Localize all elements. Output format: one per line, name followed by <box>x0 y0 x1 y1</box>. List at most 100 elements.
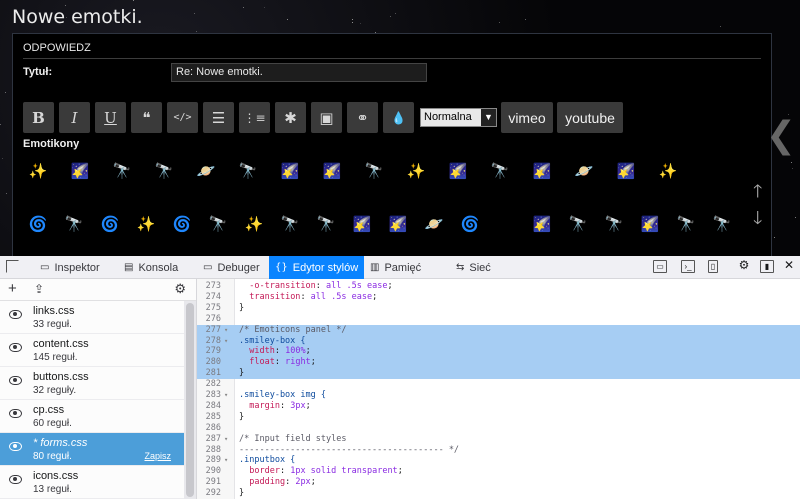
code-line[interactable]: 279 width: 100%; <box>197 346 800 358</box>
bold-button[interactable]: B <box>23 102 54 133</box>
code-line[interactable]: 291 padding: 2px; <box>197 477 800 488</box>
vimeo-button[interactable]: vimeo <box>501 102 553 133</box>
link-button[interactable]: ⚭ <box>347 102 378 133</box>
fold-toggle-icon[interactable]: ▾ <box>224 336 228 347</box>
emoticon[interactable]: 🌠 <box>445 161 471 181</box>
code-line[interactable]: 284 margin: 3px; <box>197 401 800 412</box>
emoticon[interactable]: 🌠 <box>349 214 375 234</box>
split-console-icon[interactable]: ›_ <box>681 260 695 273</box>
emoticon[interactable]: 🌠 <box>319 161 345 181</box>
emoticon[interactable]: 🌠 <box>613 161 639 181</box>
element-picker-icon[interactable] <box>6 260 19 273</box>
emoticon[interactable]: 🔭 <box>205 214 231 234</box>
eye-icon[interactable] <box>9 343 22 352</box>
tab-debugger[interactable]: ▭ Debuger <box>197 256 266 279</box>
italic-button[interactable]: I <box>59 102 90 133</box>
stylesheet-item[interactable]: buttons.css 32 reguły. <box>0 367 184 400</box>
emoticon[interactable]: 🌠 <box>529 161 555 181</box>
emoticon[interactable]: 🌀 <box>457 214 483 234</box>
code-line[interactable]: 283 ▾ .smiley-box img { <box>197 390 800 401</box>
tab-inspector[interactable]: ▭ Inspektor <box>34 256 106 279</box>
title-input[interactable]: Re: Nowe emotki. <box>171 63 427 82</box>
emoticon[interactable]: 🔭 <box>277 214 303 234</box>
emoticon[interactable]: ✨ <box>403 161 429 181</box>
tab-style-editor[interactable]: {} Edytor stylów <box>269 256 365 279</box>
code-line[interactable]: 285} <box>197 412 800 423</box>
stylesheet-item[interactable]: content.css 145 reguł. <box>0 334 184 367</box>
emoticon[interactable]: 🔭 <box>601 214 627 234</box>
code-line[interactable]: 289 ▾ .inputbox { <box>197 455 800 466</box>
emoticon[interactable]: 🌠 <box>529 214 555 234</box>
emoticon[interactable]: 🔭 <box>709 214 735 234</box>
code-line[interactable]: 282 <box>197 379 800 390</box>
fold-toggle-icon[interactable]: ▾ <box>224 455 228 466</box>
emoticon[interactable]: 🪐 <box>193 161 219 181</box>
dock-icon[interactable]: ▭ <box>653 260 667 273</box>
emoticon[interactable]: 🌀 <box>169 214 195 234</box>
emoticon[interactable]: 🪐 <box>421 214 447 234</box>
stylesheet-item-selected[interactable]: * forms.css 80 reguł. Zapisz <box>0 433 184 466</box>
emoticon[interactable]: 🔭 <box>361 161 387 181</box>
list-button[interactable]: ☰ <box>203 102 234 133</box>
gear-icon[interactable]: ⚙ <box>737 259 751 273</box>
code-editor[interactable]: 273 -o-transition: all .5s ease; 274 tran… <box>196 279 800 499</box>
eye-icon[interactable] <box>9 310 22 319</box>
emoticon[interactable]: 🔭 <box>151 161 177 181</box>
fold-toggle-icon[interactable]: ▾ <box>224 390 228 401</box>
emoticon[interactable]: 🌀 <box>97 214 123 234</box>
emoticon[interactable]: 🔭 <box>487 161 513 181</box>
numbered-list-button[interactable]: ⋮≡ <box>239 102 270 133</box>
emoticon[interactable]: ✨ <box>655 161 681 181</box>
code-line[interactable]: 280 float: right; <box>197 357 800 369</box>
emoticon[interactable]: 🔭 <box>565 214 591 234</box>
close-icon[interactable]: ✕ <box>782 259 796 273</box>
color-button[interactable]: 💧 <box>383 102 414 133</box>
emoticon[interactable]: 🔭 <box>109 161 135 181</box>
emoticon[interactable]: 🌠 <box>637 214 663 234</box>
arrow-up-icon[interactable]: 🡑 <box>753 179 762 209</box>
youtube-button[interactable]: youtube <box>557 102 623 133</box>
import-icon[interactable]: ⇪ <box>34 282 44 296</box>
stylesheet-scrollbar[interactable] <box>184 301 196 499</box>
code-line[interactable]: 288 -------------------------------------… <box>197 445 800 456</box>
gear-icon[interactable]: ⚙ <box>174 281 186 297</box>
emoticon[interactable]: 🔭 <box>61 214 87 234</box>
emoticon[interactable]: ☄ <box>697 161 723 181</box>
code-line[interactable]: 275} <box>197 303 800 314</box>
emoticon[interactable]: 🔭 <box>313 214 339 234</box>
emoticon[interactable]: ✨ <box>133 214 159 234</box>
save-link[interactable]: Zapisz <box>144 451 171 461</box>
code-line[interactable]: 278 ▾ .smiley-box { <box>197 335 800 347</box>
code-line[interactable]: 273 -o-transition: all .5s ease; <box>197 281 800 292</box>
emoticon[interactable]: 🌠 <box>67 161 93 181</box>
code-line[interactable]: 286 <box>197 423 800 434</box>
emoticon[interactable]: 🔭 <box>673 214 699 234</box>
responsive-icon[interactable]: ▯ <box>708 260 718 273</box>
eye-icon[interactable] <box>9 475 22 484</box>
sidebar-toggle-icon[interactable]: ▮ <box>760 260 774 273</box>
asterisk-button[interactable]: ✱ <box>275 102 306 133</box>
eye-icon[interactable] <box>9 376 22 385</box>
underline-button[interactable]: U <box>95 102 126 133</box>
eye-icon[interactable] <box>9 442 22 451</box>
code-line[interactable]: 290 border: 1px solid transparent; <box>197 466 800 477</box>
add-stylesheet-icon[interactable]: + <box>8 280 17 297</box>
scrollbar-thumb[interactable] <box>186 303 194 497</box>
eye-icon[interactable] <box>9 409 22 418</box>
emoticon[interactable]: 🌠 <box>277 161 303 181</box>
emoticon[interactable]: 🔭 <box>235 161 261 181</box>
emoticon[interactable]: 🌠 <box>385 214 411 234</box>
code-line[interactable]: 287 ▾ /* Input field styles <box>197 434 800 445</box>
code-line[interactable]: 274 transition: all .5s ease; <box>197 292 800 303</box>
stylesheet-item[interactable]: links.css 33 reguł. <box>0 301 184 334</box>
image-button[interactable]: ▣ <box>311 102 342 133</box>
code-line[interactable]: 292} <box>197 488 800 499</box>
tab-memory[interactable]: ▥ Pamięć <box>364 256 427 279</box>
emoticon[interactable]: ✨ <box>25 161 51 181</box>
emoticon[interactable]: 😎 <box>493 214 519 234</box>
emoticon[interactable]: 🌀 <box>25 214 51 234</box>
font-size-select[interactable]: Normalna ▼ <box>420 108 497 127</box>
stylesheet-item[interactable]: cp.css 60 reguł. <box>0 400 184 433</box>
fold-toggle-icon[interactable]: ▾ <box>224 434 228 445</box>
code-line[interactable]: 281} <box>197 368 800 380</box>
